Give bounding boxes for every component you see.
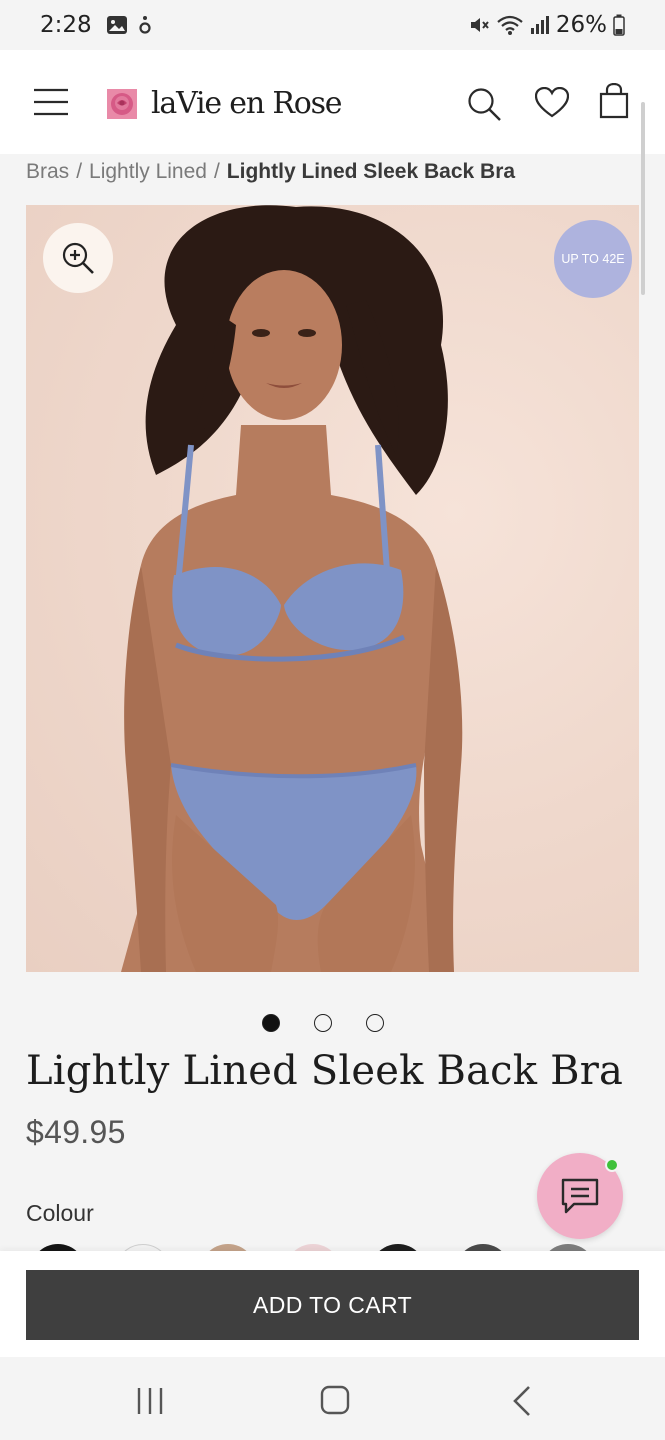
status-left-icons [106, 15, 152, 35]
signal-icon [530, 16, 549, 34]
breadcrumb-bras[interactable]: Bras [26, 160, 69, 184]
zoom-button[interactable] [43, 223, 113, 293]
wifi-icon [497, 15, 523, 35]
shopping-bag-icon[interactable] [598, 83, 630, 119]
breadcrumb-separator: / [213, 160, 220, 183]
status-right-icons: 26% [468, 12, 625, 38]
search-icon[interactable] [466, 86, 502, 122]
accessibility-icon [139, 16, 151, 34]
product-image[interactable]: UP TO 42E [26, 205, 639, 972]
back-icon[interactable] [511, 1385, 533, 1417]
site-header: laVie en Rose [0, 50, 665, 154]
model-illustration [121, 205, 463, 972]
carousel-dot-2[interactable] [314, 1014, 332, 1032]
rose-logo-icon [107, 88, 137, 119]
home-icon[interactable] [320, 1385, 350, 1415]
battery-icon [613, 14, 625, 36]
breadcrumb-current: Lightly Lined Sleek Back Bra [226, 160, 516, 183]
battery-percent: 26% [555, 12, 607, 38]
breadcrumb-lightly-lined[interactable]: Lightly Lined [89, 160, 207, 184]
zoom-in-icon [62, 242, 94, 274]
chat-icon [561, 1178, 599, 1214]
brand-logo[interactable]: laVie en Rose [107, 86, 343, 121]
carousel-dot-3[interactable] [366, 1014, 384, 1032]
page-scrollbar[interactable] [641, 102, 645, 295]
heart-icon[interactable] [535, 87, 569, 119]
size-badge: UP TO 42E [554, 220, 632, 298]
menu-icon[interactable] [33, 88, 69, 116]
image-carousel-dots [262, 1014, 384, 1032]
breadcrumb-separator: / [76, 160, 83, 183]
add-to-cart-bar: ADD TO CART [0, 1251, 665, 1357]
mute-icon [470, 18, 489, 32]
gallery-icon [106, 16, 127, 34]
carousel-dot-1[interactable] [262, 1014, 280, 1032]
colour-label: Colour [26, 1200, 94, 1226]
product-price: $49.95 [26, 1114, 126, 1150]
recent-apps-icon[interactable] [135, 1387, 165, 1415]
online-status-dot [605, 1158, 619, 1172]
product-title: Lightly Lined Sleek Back Bra [26, 1048, 624, 1094]
breadcrumb: Bras / Lightly Lined / Lightly Lined Sle… [26, 158, 515, 186]
system-navigation-bar [0, 1357, 665, 1440]
status-time: 2:28 [40, 12, 92, 38]
add-to-cart-button[interactable]: ADD TO CART [26, 1270, 639, 1340]
status-bar: 2:28 26% [0, 0, 665, 50]
brand-name: laVie en Rose [151, 86, 343, 121]
